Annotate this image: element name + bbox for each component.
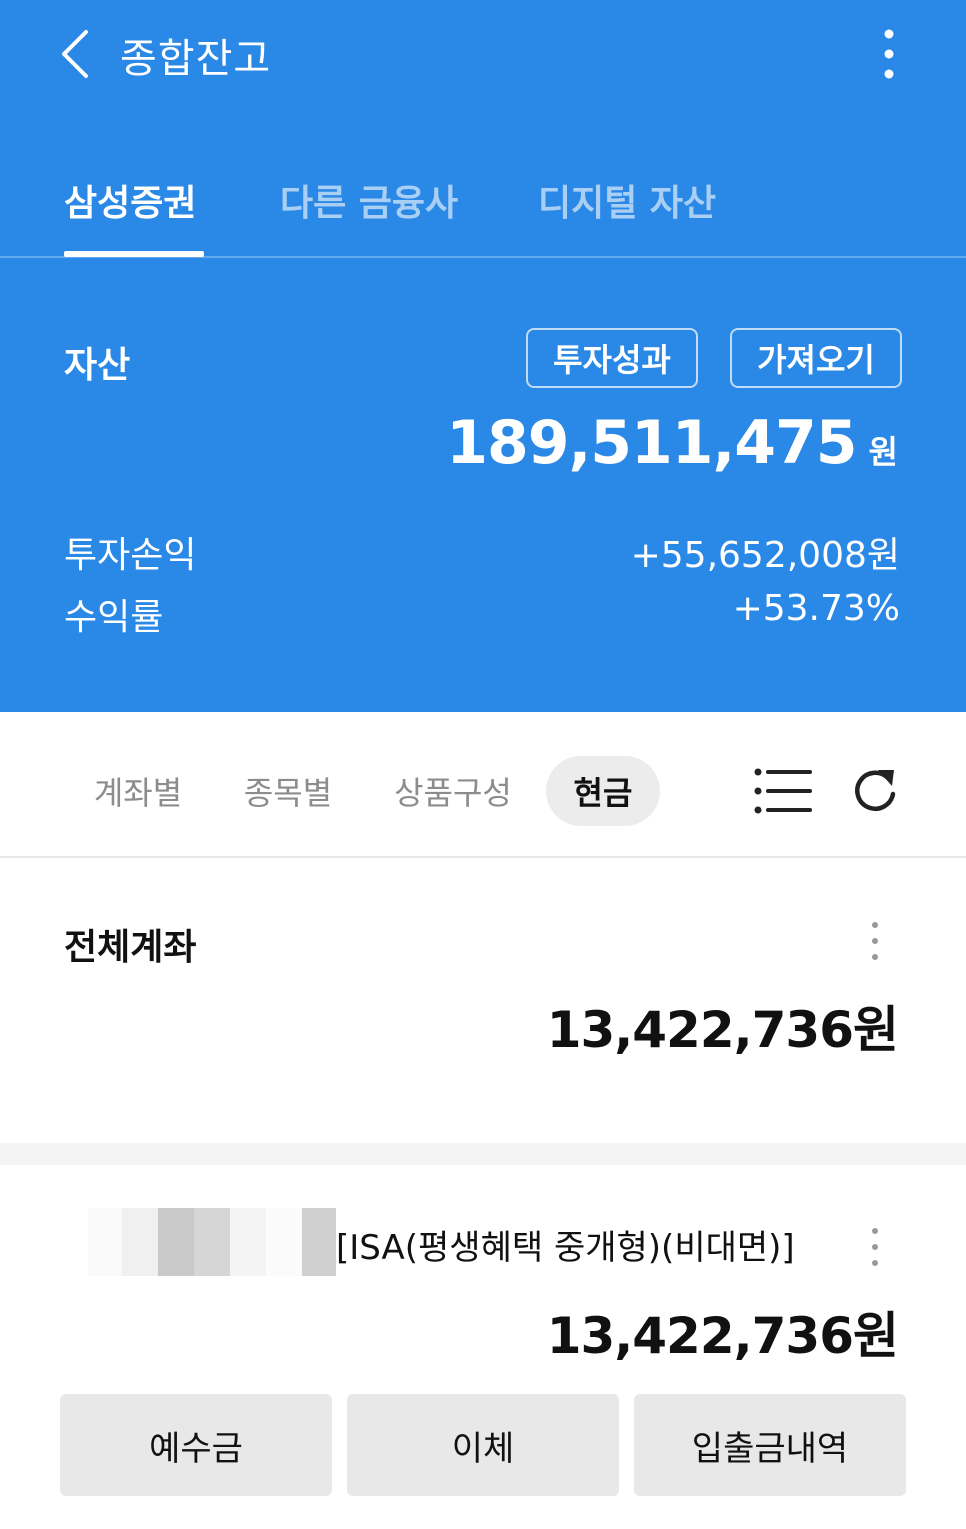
- segment-by-stock[interactable]: 종목별: [228, 756, 348, 826]
- list-view-button[interactable]: [752, 766, 814, 816]
- segment-product-mix[interactable]: 상품구성: [378, 756, 528, 826]
- asset-amount-value: 189,511,475: [446, 408, 857, 478]
- asset-amount: 189,511,475 원: [446, 408, 898, 478]
- redaction-block: [266, 1208, 302, 1276]
- summary-header: 종합잔고 삼성증권 다른 금융사 디지털 자산 자산 투자성과 가져오기 189…: [0, 0, 966, 712]
- active-tab-indicator: [64, 251, 204, 257]
- redaction-block: [194, 1208, 230, 1276]
- transaction-history-button[interactable]: 입출금내역: [634, 1394, 906, 1496]
- tab-digital-assets[interactable]: 디지털 자산: [538, 174, 716, 226]
- section-divider: [0, 1143, 966, 1165]
- page-title: 종합잔고: [120, 36, 272, 82]
- total-account-menu-button[interactable]: [860, 916, 890, 966]
- segment-by-account[interactable]: 계좌별: [78, 756, 198, 826]
- tab-samsung-securities[interactable]: 삼성증권: [64, 174, 196, 226]
- top-bar: 종합잔고: [0, 0, 966, 110]
- redaction-block: [158, 1208, 194, 1276]
- redaction-block: [230, 1208, 266, 1276]
- view-segment-bar: 계좌별 종목별 상품구성 현금: [0, 712, 966, 858]
- refresh-button[interactable]: [848, 764, 902, 818]
- transfer-button[interactable]: 이체: [347, 1394, 619, 1496]
- back-button[interactable]: [52, 22, 112, 86]
- institution-tabs: 삼성증권 다른 금융사 디지털 자산: [0, 150, 966, 258]
- more-vertical-icon: [872, 1228, 878, 1266]
- total-account-label: 전체계좌: [64, 927, 197, 968]
- account-menu-button[interactable]: [860, 1222, 890, 1272]
- redaction-block: [88, 1208, 122, 1276]
- redaction-block: [122, 1208, 158, 1276]
- list-icon: [754, 768, 812, 814]
- profit-label: 투자손익: [64, 535, 197, 576]
- return-value: +53.73%: [732, 588, 900, 629]
- deposit-button[interactable]: 예수금: [60, 1394, 332, 1496]
- tab-other-financial[interactable]: 다른 금융사: [280, 174, 458, 226]
- account-name: [ISA(평생혜택 중개형)(비대면)]: [336, 1228, 795, 1268]
- import-button[interactable]: 가져오기: [730, 328, 902, 388]
- more-vertical-icon: [884, 29, 894, 79]
- total-account-amount: 13,422,736원: [546, 1001, 899, 1059]
- segment-cash[interactable]: 현금: [546, 756, 660, 826]
- asset-label: 자산: [64, 345, 131, 386]
- asset-amount-unit: 원: [868, 433, 898, 471]
- chevron-left-icon: [62, 30, 88, 78]
- performance-button[interactable]: 투자성과: [526, 328, 698, 388]
- more-menu-button[interactable]: [866, 24, 912, 84]
- redaction-block: [302, 1208, 336, 1276]
- account-amount: 13,422,736원: [546, 1307, 899, 1365]
- refresh-icon: [855, 770, 896, 811]
- return-label: 수익률: [64, 597, 164, 638]
- more-vertical-icon: [872, 922, 878, 960]
- profit-value: +55,652,008원: [630, 535, 900, 576]
